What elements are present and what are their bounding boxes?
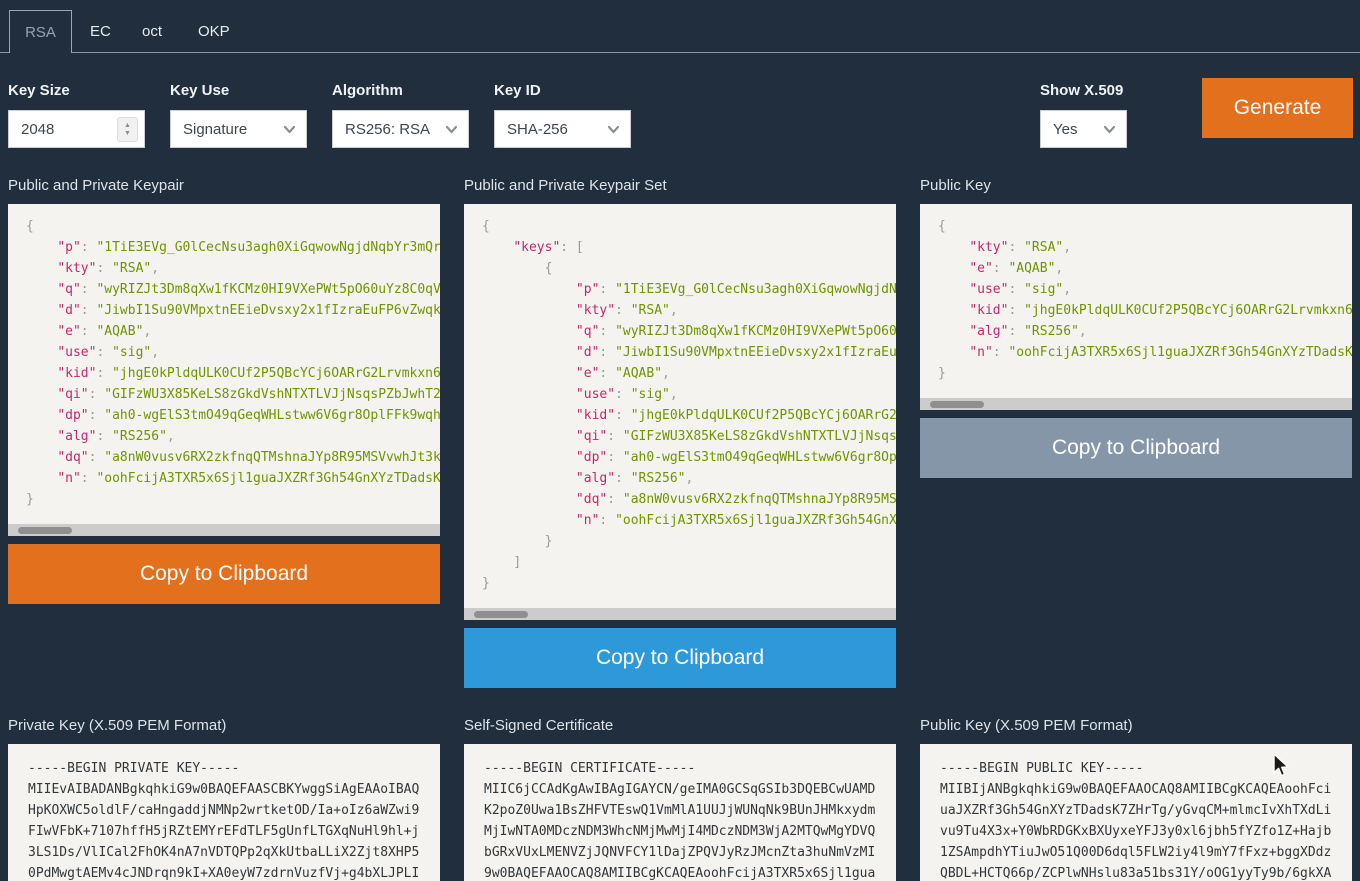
keypair-json-box: { "p": "1TiE3EVg_G0lCecNsu3agh0XiGqwowNg… — [8, 204, 440, 536]
key-id-label: Key ID — [494, 82, 541, 99]
chevron-down-icon — [284, 124, 295, 135]
tab-rsa[interactable]: RSA — [9, 10, 72, 53]
tab-oct-label: oct — [142, 23, 162, 40]
keypair-set-json-code: { "keys": [ { "p": "1TiE3EVg_G0lCecNsu3a… — [464, 204, 896, 594]
chevron-down-icon — [446, 124, 457, 135]
tab-rsa-label: RSA — [25, 24, 56, 41]
public-key-json-box: { "kty": "RSA", "e": "AQAB", "use": "sig… — [920, 204, 1352, 410]
scrollbar-thumb[interactable] — [930, 401, 984, 408]
scrollbar-thumb[interactable] — [474, 611, 528, 618]
keypair-json-code: { "p": "1TiE3EVg_G0lCecNsu3agh0XiGqwowNg… — [8, 204, 440, 510]
scrollbar-thumb[interactable] — [18, 527, 72, 534]
algorithm-value: RS256: RSA — [345, 121, 433, 138]
private-pem-text: -----BEGIN PRIVATE KEY----- MIIEvAIBADAN… — [8, 744, 440, 881]
chevron-down-icon — [1104, 124, 1115, 135]
key-id-select[interactable]: SHA-256 — [494, 110, 631, 148]
number-spinner-icon[interactable]: ▲▼ — [117, 117, 138, 142]
certificate-box: -----BEGIN CERTIFICATE----- MIIC6jCCAdKg… — [464, 744, 896, 881]
certificate-text: -----BEGIN CERTIFICATE----- MIIC6jCCAdKg… — [464, 744, 896, 881]
key-id-value: SHA-256 — [507, 121, 568, 138]
keypair-hscrollbar[interactable] — [8, 524, 440, 536]
panel-title-keypair: Public and Private Keypair — [8, 177, 184, 194]
panel-title-private-pem: Private Key (X.509 PEM Format) — [8, 717, 226, 734]
copy-public-key-button[interactable]: Copy to Clipboard — [920, 418, 1352, 478]
generate-button[interactable]: Generate — [1202, 78, 1353, 138]
mouse-cursor-icon — [1272, 753, 1290, 784]
panel-title-public-pem: Public Key (X.509 PEM Format) — [920, 717, 1133, 734]
key-size-value: 2048 — [21, 121, 54, 138]
keypair-set-json-box: { "keys": [ { "p": "1TiE3EVg_G0lCecNsu3a… — [464, 204, 896, 620]
public-key-json-code: { "kty": "RSA", "e": "AQAB", "use": "sig… — [920, 204, 1352, 384]
keypair-set-hscrollbar[interactable] — [464, 608, 896, 620]
jwk-generator-page: RSA EC oct OKP Key Size Key Use Algorith… — [0, 0, 1360, 881]
key-use-value: Signature — [183, 121, 247, 138]
key-size-input[interactable]: 2048 ▲▼ — [8, 110, 145, 148]
key-size-label: Key Size — [8, 82, 70, 99]
panel-title-certificate: Self-Signed Certificate — [464, 717, 613, 734]
copy-keypair-set-button[interactable]: Copy to Clipboard — [464, 628, 896, 688]
key-use-label: Key Use — [170, 82, 229, 99]
key-type-tabbar: RSA EC oct OKP — [0, 0, 1360, 53]
tab-okp-label: OKP — [198, 23, 230, 40]
show-x509-value: Yes — [1053, 121, 1077, 138]
show-x509-select[interactable]: Yes — [1040, 110, 1127, 148]
chevron-down-icon — [608, 124, 619, 135]
panel-title-keypair-set: Public and Private Keypair Set — [464, 177, 667, 194]
tab-ec[interactable]: EC — [74, 10, 127, 53]
public-key-hscrollbar[interactable] — [920, 398, 1352, 410]
key-use-select[interactable]: Signature — [170, 110, 307, 148]
copy-keypair-button[interactable]: Copy to Clipboard — [8, 544, 440, 604]
tab-oct[interactable]: oct — [126, 10, 178, 53]
private-pem-box: -----BEGIN PRIVATE KEY----- MIIEvAIBADAN… — [8, 744, 440, 881]
algorithm-label: Algorithm — [332, 82, 403, 99]
algorithm-select[interactable]: RS256: RSA — [332, 110, 469, 148]
show-x509-label: Show X.509 — [1040, 82, 1123, 99]
tab-okp[interactable]: OKP — [182, 10, 246, 53]
tab-ec-label: EC — [90, 23, 111, 40]
panel-title-public-key: Public Key — [920, 177, 991, 194]
